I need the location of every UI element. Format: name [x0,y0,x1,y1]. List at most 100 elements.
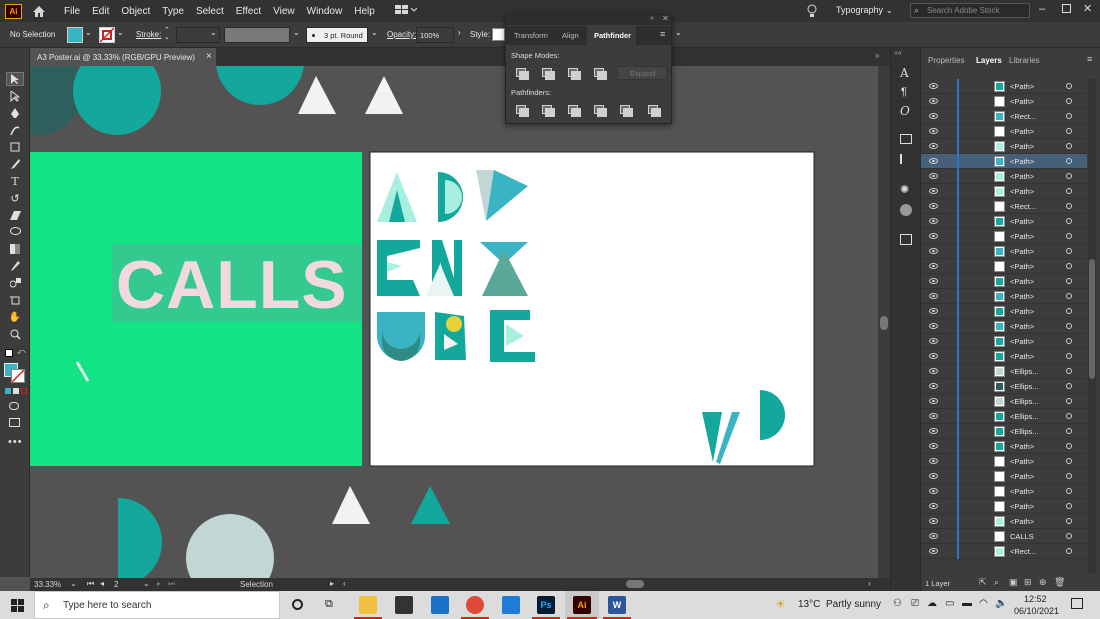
eyedropper-tool-icon[interactable] [6,259,24,273]
layer-row[interactable]: <Path> [921,469,1087,484]
close-window-button[interactable]: ✕ [1083,2,1092,15]
layer-target-icon[interactable] [1066,548,1072,554]
layer-name[interactable]: <Rect... [1010,112,1036,121]
wifi-icon[interactable]: ◠ [979,598,988,609]
layer-name[interactable]: <Path> [1010,487,1034,496]
blend-tool-icon[interactable] [6,276,24,290]
more-options-chevron-icon[interactable]: ⌄ [675,28,682,37]
layer-target-icon[interactable] [1066,278,1072,284]
menu-view[interactable]: View [267,6,301,17]
visibility-eye-icon[interactable] [929,548,938,554]
microsoft-store-icon[interactable] [395,596,413,614]
workspace-switcher[interactable]: Typography ⌄ [836,5,893,16]
layer-target-icon[interactable] [1066,533,1072,539]
layer-row[interactable]: <Path> [921,139,1087,154]
meet-now-icon[interactable]: ⎚ [911,598,919,609]
weather-icon[interactable]: ☀ [775,597,786,611]
layer-target-icon[interactable] [1066,443,1072,449]
menu-object[interactable]: Object [115,6,156,17]
layer-name[interactable]: <Path> [1010,277,1034,286]
document-tab[interactable]: A3 Poster.ai @ 33.33% (RGB/GPU Preview) … [30,48,216,66]
layer-row[interactable]: <Path> [921,154,1087,169]
color-mode-icon[interactable] [5,388,11,394]
layer-target-icon[interactable] [1066,218,1072,224]
selection-tool-icon[interactable] [6,72,24,86]
new-sublayer-icon[interactable]: ⊞ [1024,577,1032,588]
layer-target-icon[interactable] [1066,98,1072,104]
clipping-mask-icon[interactable]: ▣ [1009,577,1018,588]
layer-name[interactable]: <Path> [1010,157,1034,166]
layer-name[interactable]: <Rect... [1010,202,1036,211]
new-layer-icon[interactable]: ⊕ [1039,577,1047,588]
layer-target-icon[interactable] [1066,308,1072,314]
crop-button[interactable] [594,105,607,117]
rotate-tool-icon[interactable]: ↺ [6,191,24,205]
last-artboard-icon[interactable]: ⏭ [168,579,175,589]
layer-row[interactable]: <Ellips... [921,394,1087,409]
layer-name[interactable]: <Path> [1010,292,1034,301]
layer-target-icon[interactable] [1066,458,1072,464]
visibility-eye-icon[interactable] [929,173,938,179]
weather-text[interactable]: Partly sunny [826,599,881,610]
visibility-eye-icon[interactable] [929,458,938,464]
visibility-eye-icon[interactable] [929,533,938,539]
none-mode-icon[interactable] [21,388,27,394]
visibility-eye-icon[interactable] [929,98,938,104]
visibility-eye-icon[interactable] [929,128,938,134]
people-icon[interactable]: ⚇ [893,598,902,609]
layer-row[interactable]: <Path> [921,229,1087,244]
illustrator-taskbar-icon[interactable]: Ai [573,596,591,614]
visibility-eye-icon[interactable] [929,143,938,149]
close-panel-icon[interactable]: ✕ [662,14,669,23]
layer-target-icon[interactable] [1066,248,1072,254]
brush-chevron-icon[interactable]: ⌄ [371,28,378,37]
opacity-input[interactable]: 100% [416,27,454,43]
chrome-icon[interactable] [466,596,484,614]
word-icon[interactable]: W [608,596,626,614]
profile-chevron-icon[interactable]: ⌄ [293,28,300,37]
layer-target-icon[interactable] [1066,233,1072,239]
draw-mode-icon[interactable] [9,402,19,410]
visibility-eye-icon[interactable] [929,188,938,194]
visibility-eye-icon[interactable] [929,428,938,434]
rectangle-tool-icon[interactable] [6,140,24,154]
weather-temp[interactable]: 13°C [798,599,820,610]
layer-name[interactable]: <Path> [1010,217,1034,226]
visibility-eye-icon[interactable] [929,323,938,329]
tab-pathfinder[interactable]: Pathfinder [594,31,631,40]
layers-scroll-thumb[interactable] [1089,259,1095,379]
layer-row[interactable]: <Path> [921,244,1087,259]
screen-mode-icon[interactable] [9,418,20,427]
tab-align[interactable]: Align [562,31,579,40]
layer-row[interactable]: <Path> [921,79,1087,94]
layer-target-icon[interactable] [1066,353,1072,359]
layer-target-icon[interactable] [1066,518,1072,524]
visibility-eye-icon[interactable] [929,353,938,359]
layer-target-icon[interactable] [1066,128,1072,134]
layer-name[interactable]: <Path> [1010,187,1034,196]
unite-button[interactable] [516,68,529,80]
status-arrow-icon[interactable]: ▸ [330,579,334,588]
layer-target-icon[interactable] [1066,503,1072,509]
brush-definition[interactable]: 3 pt. Round [306,27,368,43]
home-icon[interactable] [32,5,46,18]
align-panel-icon[interactable] [900,154,912,164]
close-document-icon[interactable]: × [206,51,212,62]
graphic-styles-panel-icon[interactable] [900,204,912,216]
opacity-label[interactable]: Opacity: [387,30,416,39]
vertical-scrollbar[interactable] [878,66,890,578]
volume-icon[interactable]: 🔈 [995,598,1007,609]
layer-row[interactable]: <Ellips... [921,424,1087,439]
type-tool-icon[interactable]: T [6,174,24,188]
layer-name[interactable]: <Path> [1010,472,1034,481]
visibility-eye-icon[interactable] [929,473,938,479]
layer-row[interactable]: <Path> [921,259,1087,274]
layer-target-icon[interactable] [1066,398,1072,404]
panel-collapse-arrows-icon[interactable]: » [875,51,879,60]
strip-collapse-icon[interactable]: «« [894,50,902,57]
layer-row[interactable]: <Path> [921,289,1087,304]
layer-row[interactable]: <Path> [921,499,1087,514]
visibility-eye-icon[interactable] [929,233,938,239]
layer-row[interactable]: <Path> [921,454,1087,469]
artboard-number[interactable]: 2 [114,580,118,589]
